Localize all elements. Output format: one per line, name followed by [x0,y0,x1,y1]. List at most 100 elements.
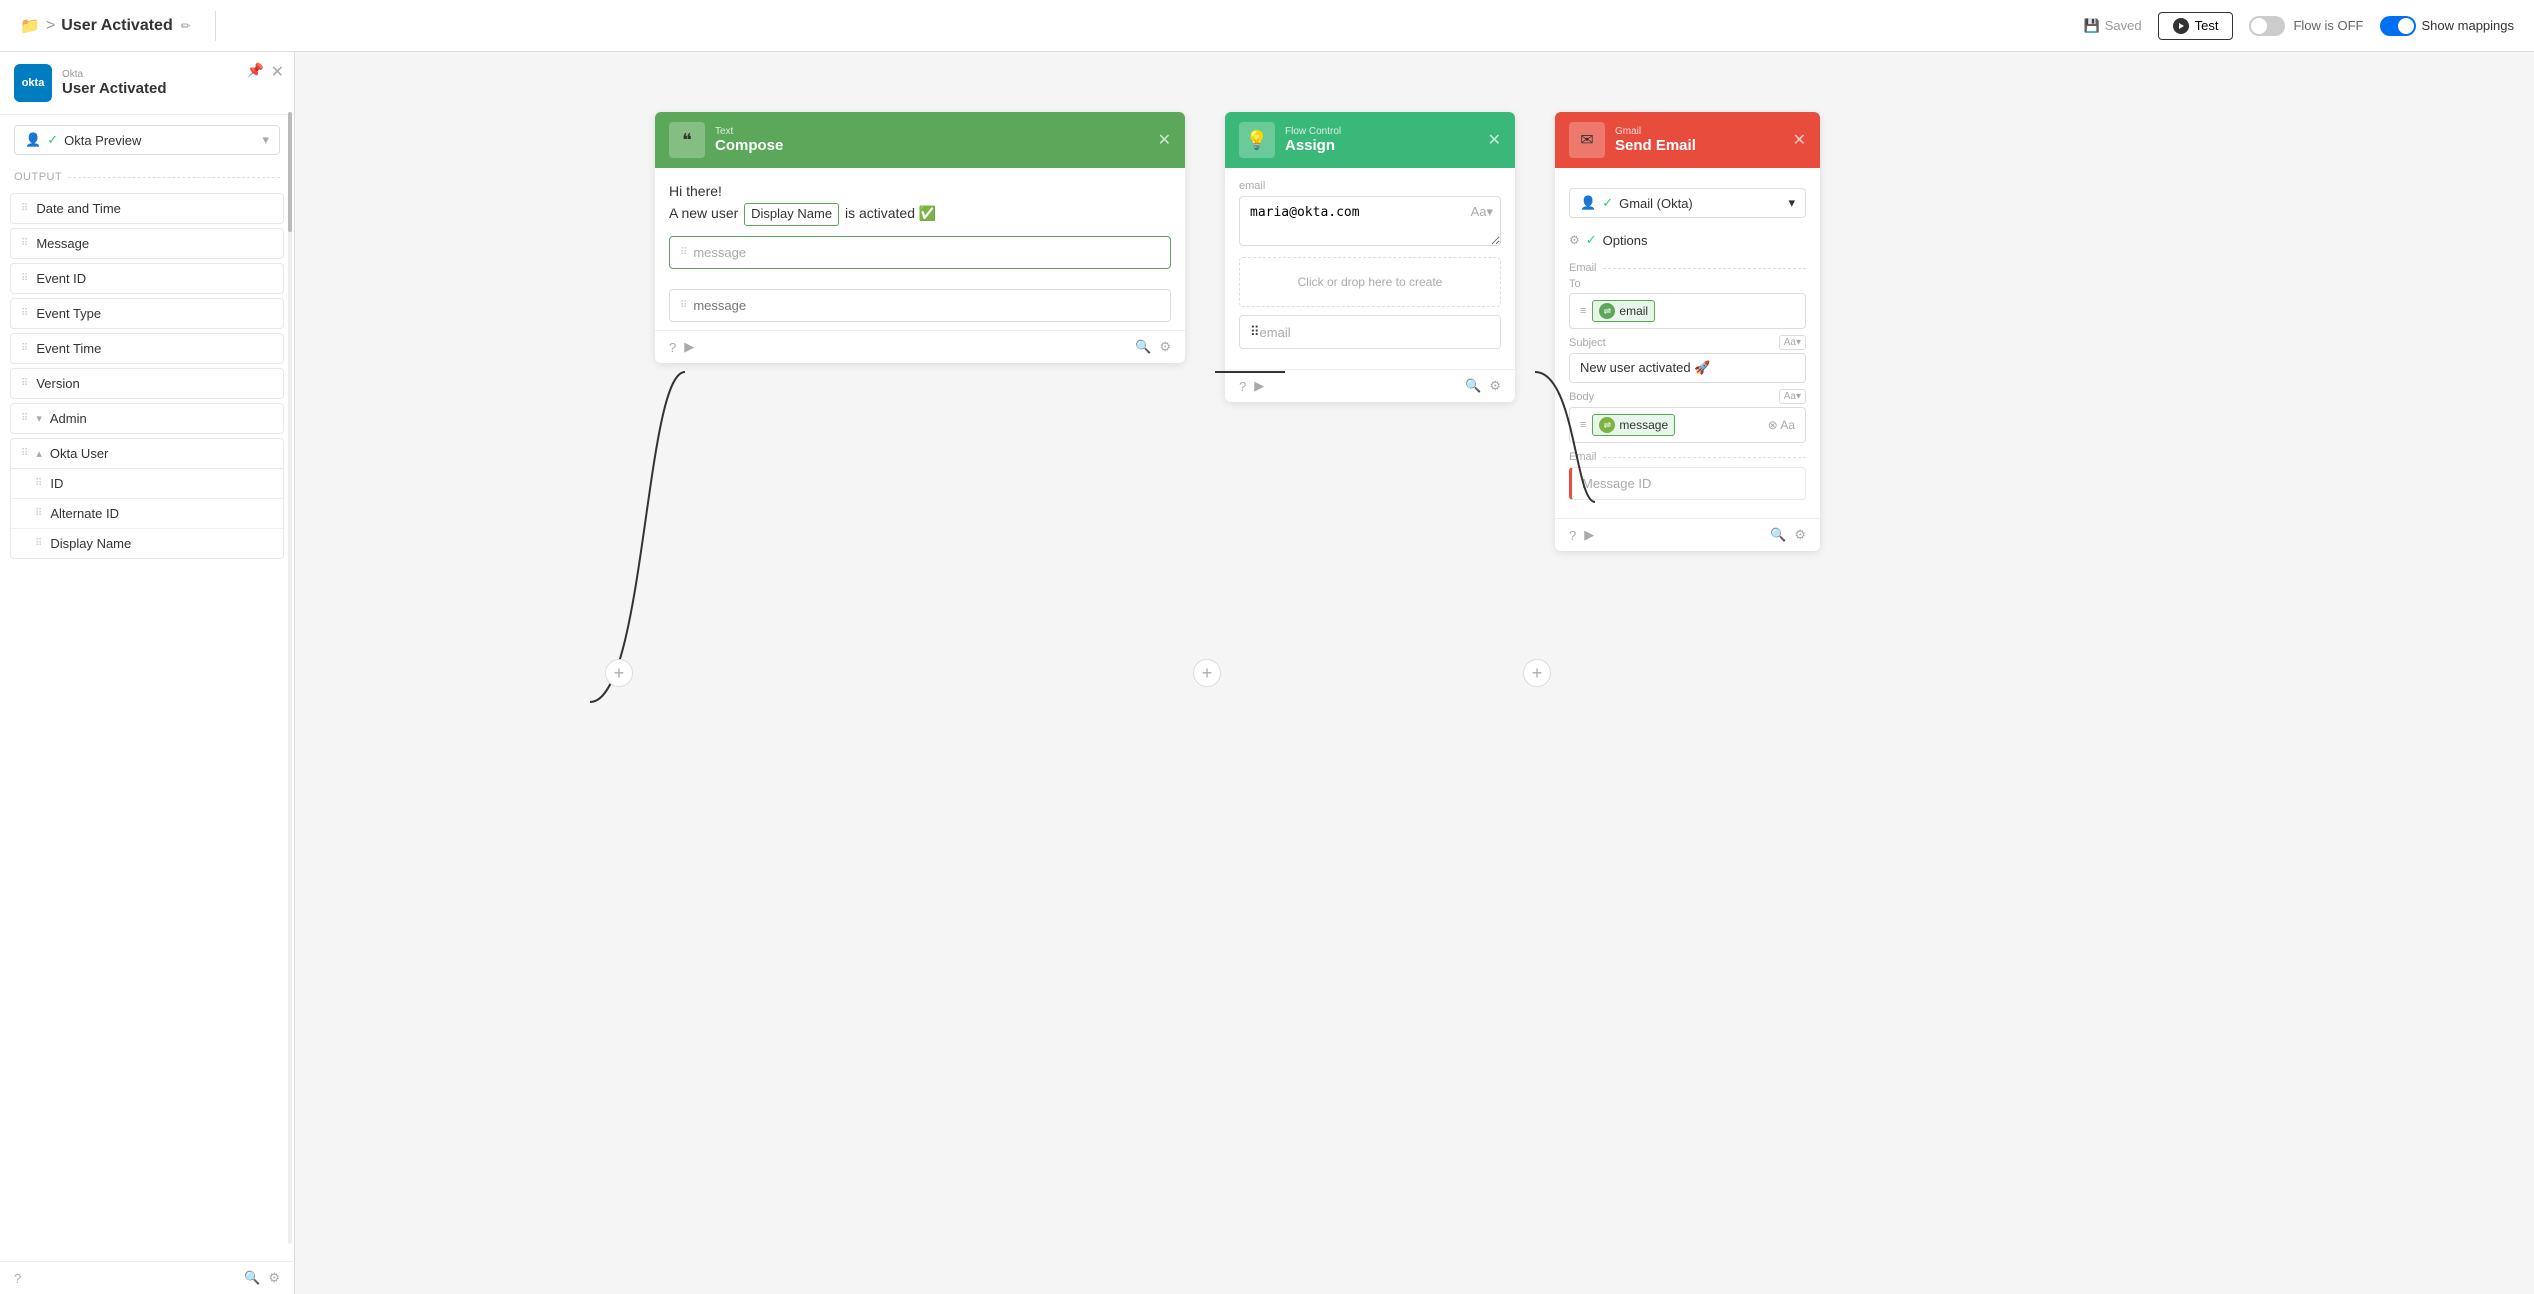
output-item-date-time[interactable]: ⠿ Date and Time [10,193,284,224]
output-item-admin[interactable]: ⠿ ▾ Admin [10,403,284,434]
compose-output-label: message [693,245,1160,260]
collapse-icon: ▾ [36,412,42,425]
gear-icon[interactable]: ⚙ [268,1270,280,1286]
group-item-display-name[interactable]: ⠿ Display Name [11,529,283,558]
main-area: okta Okta User Activated 📌 ✕ 👤 ✓ Okta Pr… [0,52,2534,1294]
breadcrumb: 📁 > User Activated ✏ [20,16,191,36]
search-icon[interactable]: 🔍 [244,1270,260,1286]
compose-close-icon[interactable]: ✕ [1158,130,1171,150]
topbar: 📁 > User Activated ✏ 💾 Saved Test Flow i… [0,0,2534,52]
assign-close-icon[interactable]: ✕ [1488,130,1501,150]
search-icon[interactable]: 🔍 [1135,339,1151,355]
help-icon[interactable]: ? [669,340,676,355]
body-message-pill[interactable]: ⇌ message [1592,414,1675,436]
drag-handle-icon: ⠿ [35,508,42,519]
body-field[interactable]: ≡ ⇌ message ⊗ Aa [1569,407,1806,443]
gmail-card-header: ✉ Gmail Send Email ✕ [1555,112,1820,168]
compose-message-input[interactable] [693,298,1160,313]
topbar-divider [215,11,216,41]
gear-icon[interactable]: ⚙ [1159,339,1171,355]
event-card-close-icon[interactable]: ✕ [271,62,284,82]
pill-icon: ⇌ [1599,417,1615,433]
breadcrumb-title: User Activated [61,17,172,35]
search-icon[interactable]: 🔍 [1770,527,1786,543]
gmail-account-label: Gmail (Okta) [1619,196,1782,211]
play-icon[interactable]: ▶ [1254,378,1264,394]
group-item-id[interactable]: ⠿ ID [11,469,283,499]
group-item-alternate-id[interactable]: ⠿ Alternate ID [11,499,283,529]
list-icon: ≡ [1580,305,1586,317]
compose-card-header: ❝ Text Compose ✕ [655,112,1185,168]
toggle-knob [2251,18,2267,34]
assign-title-label: Assign [1285,137,1478,154]
play-icon[interactable]: ▶ [684,339,694,355]
gear-icon[interactable]: ⚙ [1794,527,1806,543]
help-icon[interactable]: ? [1569,528,1576,543]
output-item-message[interactable]: ⠿ Message [10,228,284,259]
gear-icon[interactable]: ⚙ [1489,378,1501,394]
okta-user-label: Okta User [50,446,109,461]
output-item-event-id[interactable]: ⠿ Event ID [10,263,284,294]
plus-button-3[interactable]: + [1523,659,1551,687]
gmail-card-actions: ? ▶ 🔍 ⚙ [1555,518,1820,551]
help-icon[interactable]: ? [14,1271,21,1286]
event-card: okta Okta User Activated 📌 ✕ 👤 ✓ Okta Pr… [0,52,295,1294]
email-section-2-label: Email [1569,451,1806,463]
show-mappings-toggle[interactable]: Show mappings [2380,16,2515,36]
dropdown-arrow-icon: ▾ [262,132,269,148]
compose-text: Hi there! A new user Display Name is act… [669,180,1171,226]
okta-user-group-header[interactable]: ⠿ ▴ Okta User [10,438,284,469]
play-icon[interactable]: ▶ [1584,527,1594,543]
assign-card: 💡 Flow Control Assign ✕ email maria@okta… [1225,112,1515,402]
flow-toggle-switch[interactable] [2249,16,2285,36]
output-item-event-time[interactable]: ⠿ Event Time [10,333,284,364]
drag-handle-icon: ⠿ [21,413,28,424]
expand-icon: ▴ [36,447,42,460]
plus-button-1[interactable]: + [605,659,633,687]
compose-output-field[interactable]: ⠿ message [669,236,1171,269]
assign-drop-area[interactable]: Click or drop here to create [1239,257,1501,307]
test-button[interactable]: Test [2158,12,2234,40]
options-dropdown[interactable]: ⚙ ✓ Options [1569,226,1806,254]
aa-inline-badge: ⊗ Aa [1768,418,1795,432]
message-id-field[interactable]: Message ID [1569,467,1806,500]
plus-button-2[interactable]: + [1193,659,1221,687]
compose-title-label: Compose [715,137,1148,154]
drag-handle-icon: ⠿ [21,343,28,354]
check-icon: ✓ [1602,195,1613,211]
gmail-account-dropdown[interactable]: 👤 ✓ Gmail (Okta) ▾ [1569,188,1806,218]
pin-icon[interactable]: 📌 [247,62,264,79]
subject-field[interactable]: New user activated 🚀 [1569,353,1806,383]
show-mappings-switch[interactable] [2380,16,2416,36]
play-circle-icon [2173,18,2189,34]
assign-output-field[interactable]: ⠿ email [1239,315,1501,349]
topbar-actions: 💾 Saved Test Flow is OFF Show mappings [2084,12,2514,40]
gmail-type-icon: ✉ [1569,122,1605,158]
drag-handle-icon: ⠿ [680,300,687,311]
aa-badge-body: Aa▾ [1779,389,1806,404]
drag-handle-icon: ⠿ [21,448,28,459]
compose-card: ❝ Text Compose ✕ Hi there! A new user Di… [655,112,1185,363]
compose-input-field[interactable]: ⠿ [669,289,1171,322]
to-email-pill[interactable]: ⇌ email [1592,300,1655,322]
gmail-card: ✉ Gmail Send Email ✕ 👤 ✓ Gmail (Okta) ▾ … [1555,112,1820,551]
breadcrumb-edit-icon[interactable]: ✏ [181,19,191,33]
aa-badge: Aa▾ [1779,335,1806,350]
output-item-version[interactable]: ⠿ Version [10,368,284,399]
display-name-pill[interactable]: Display Name [744,203,839,226]
preview-dropdown[interactable]: 👤 ✓ Okta Preview ▾ [14,125,280,155]
scrollbar-thumb[interactable] [288,112,292,232]
event-card-footer: ? 🔍 ⚙ [0,1261,294,1294]
to-field[interactable]: ≡ ⇌ email [1569,293,1806,329]
saved-button: 💾 Saved [2084,18,2142,34]
compose-type-icon: ❝ [669,122,705,158]
output-item-event-type[interactable]: ⠿ Event Type [10,298,284,329]
flow-toggle[interactable]: Flow is OFF [2249,16,2363,36]
user-icon: 👤 [1580,195,1596,211]
compose-card-info: Text Compose [715,126,1148,154]
search-icon[interactable]: 🔍 [1465,378,1481,394]
assign-email-input[interactable]: maria@okta.com [1239,196,1501,246]
gmail-close-icon[interactable]: ✕ [1793,130,1806,150]
help-icon[interactable]: ? [1239,379,1246,394]
show-mappings-label: Show mappings [2422,18,2515,33]
